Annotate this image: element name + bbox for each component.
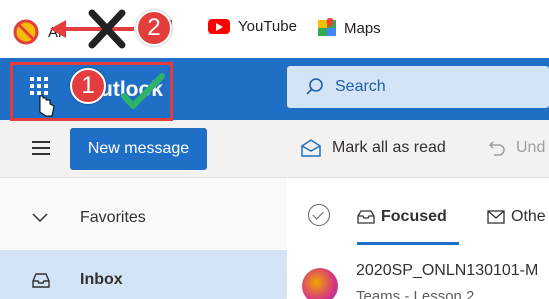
annotation-overlay <box>39 9 165 117</box>
screenshot: Ar il YouTube Maps utlook <box>0 0 549 299</box>
step-1-badge: 1 <box>70 68 106 104</box>
hand-cursor-icon <box>39 95 55 117</box>
annotation-arrow <box>50 20 134 38</box>
check-mark-icon <box>121 73 165 109</box>
step-2-badge: 2 <box>136 10 172 46</box>
